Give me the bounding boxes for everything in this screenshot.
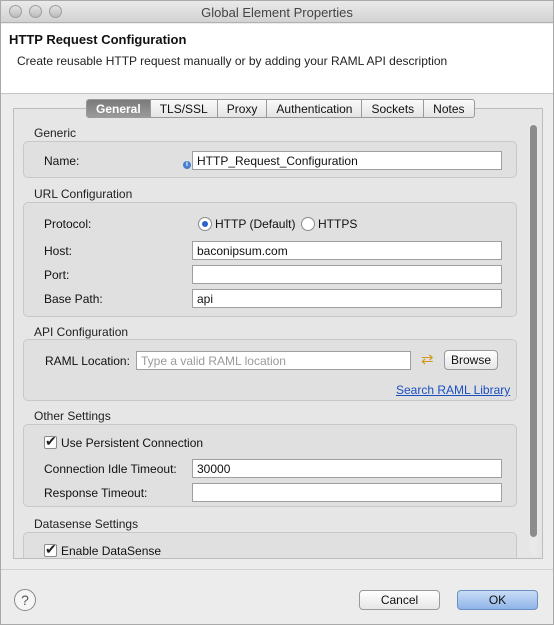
tab-notes[interactable]: Notes [424, 100, 473, 117]
checkmark-icon: ✔ [45, 541, 57, 557]
tab-bar: General TLS/SSL Proxy Authentication Soc… [86, 99, 475, 118]
port-label: Port: [44, 268, 70, 282]
protocol-http-radio[interactable] [198, 217, 212, 231]
header-description: Create reusable HTTP request manually or… [17, 54, 448, 68]
protocol-label: Protocol: [44, 217, 92, 231]
generic-group: Name: i [23, 141, 517, 178]
refresh-icon[interactable]: ⇄ [421, 352, 434, 368]
section-title-api-config: API Configuration [34, 325, 129, 339]
vertical-scrollbar[interactable] [529, 123, 538, 555]
persistent-connection-label: Use Persistent Connection [61, 436, 204, 450]
section-title-datasense: Datasense Settings [34, 517, 139, 531]
idle-timeout-label: Connection Idle Timeout: [44, 462, 177, 476]
browse-button[interactable]: Browse [444, 350, 498, 370]
tab-proxy[interactable]: Proxy [218, 100, 268, 117]
persistent-connection-checkbox[interactable]: ✔ [44, 433, 57, 449]
name-label: Name: [44, 154, 80, 168]
port-field[interactable] [192, 265, 502, 284]
info-icon: i [183, 161, 191, 169]
section-title-url-config: URL Configuration [34, 187, 133, 201]
section-title-other-settings: Other Settings [34, 409, 111, 423]
dialog-header: HTTP Request Configuration Create reusab… [1, 24, 553, 94]
footer-divider [1, 569, 553, 570]
window-title: Global Element Properties [201, 5, 353, 20]
base-path-field[interactable] [192, 289, 502, 308]
ok-button[interactable]: OK [457, 590, 538, 610]
help-icon[interactable]: ? [14, 589, 36, 611]
checkmark-icon: ✔ [45, 433, 57, 449]
title-bar: Global Element Properties [1, 1, 553, 23]
search-raml-library-link[interactable]: Search RAML Library [396, 383, 510, 397]
tab-content-panel: Generic Name: i URL Configuration Protoc… [13, 108, 543, 559]
enable-datasense-checkbox[interactable]: ✔ [44, 541, 57, 557]
raml-location-label: RAML Location: [45, 354, 130, 368]
cancel-button[interactable]: Cancel [359, 590, 440, 610]
protocol-https-label: HTTPS [318, 217, 358, 231]
scrollbar-thumb[interactable] [530, 125, 537, 537]
datasense-group: ✔ Enable DataSense [23, 532, 517, 558]
tab-authentication[interactable]: Authentication [267, 100, 363, 117]
response-timeout-label: Response Timeout: [44, 486, 148, 500]
header-title: HTTP Request Configuration [9, 32, 187, 47]
protocol-https-radio[interactable] [301, 217, 315, 231]
section-title-generic: Generic [34, 126, 77, 140]
url-config-group: Protocol: HTTP (Default) HTTPS Host: Por… [23, 202, 517, 317]
name-field[interactable] [192, 151, 502, 170]
base-path-label: Base Path: [44, 292, 103, 306]
response-timeout-field[interactable] [192, 483, 502, 502]
enable-datasense-label: Enable DataSense [61, 544, 162, 558]
protocol-http-label: HTTP (Default) [215, 217, 296, 231]
dialog-window: Global Element Properties HTTP Request C… [0, 0, 554, 625]
idle-timeout-field[interactable] [192, 459, 502, 478]
tab-tls-ssl[interactable]: TLS/SSL [151, 100, 218, 117]
tab-sockets[interactable]: Sockets [362, 100, 425, 117]
tab-general[interactable]: General [87, 100, 151, 117]
host-field[interactable] [192, 241, 502, 260]
api-config-group: RAML Location: ⇄ Browse Search RAML Libr… [23, 339, 517, 401]
raml-location-field[interactable] [136, 351, 411, 370]
host-label: Host: [44, 244, 73, 258]
other-settings-group: ✔ Use Persistent Connection Connection I… [23, 424, 517, 507]
